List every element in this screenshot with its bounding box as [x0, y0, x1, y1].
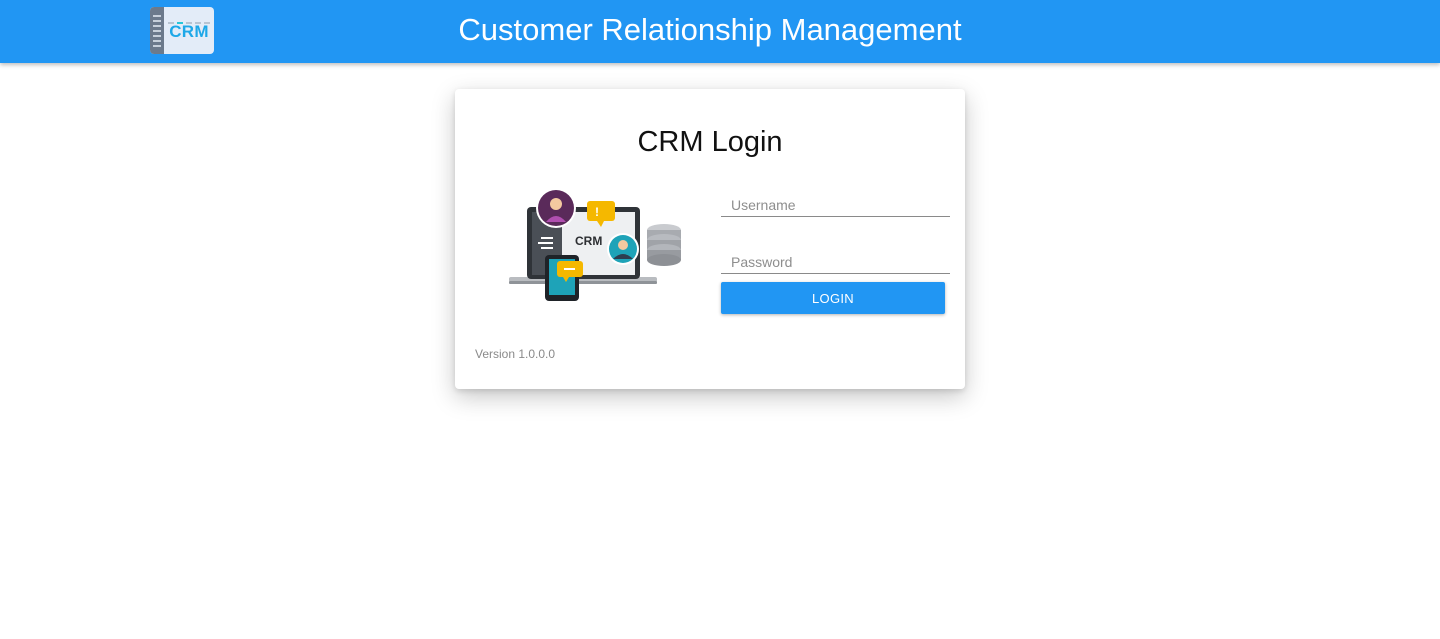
login-title: CRM Login	[637, 126, 783, 158]
username-field	[721, 183, 950, 217]
svg-text:CRM: CRM	[575, 234, 602, 248]
version-label: Version 1.0.0.0	[475, 347, 556, 361]
crm-illustration: CRM !	[509, 188, 681, 301]
login-button[interactable]: LOGIN	[721, 282, 945, 314]
app-header: CRM Customer Relationship Management	[0, 0, 1440, 63]
logo-text: CRM	[169, 22, 209, 41]
password-input[interactable]	[721, 240, 950, 273]
password-field	[721, 240, 950, 274]
svg-text:!: !	[595, 205, 599, 219]
login-card: CRM Login CRM ! Username LOGIN Version 1…	[455, 89, 965, 389]
app-title: Customer Relationship Management	[458, 12, 962, 47]
crm-logo-icon[interactable]: CRM	[150, 7, 214, 54]
username-input[interactable]	[721, 183, 950, 216]
logo-sidebar-strip	[150, 7, 164, 54]
